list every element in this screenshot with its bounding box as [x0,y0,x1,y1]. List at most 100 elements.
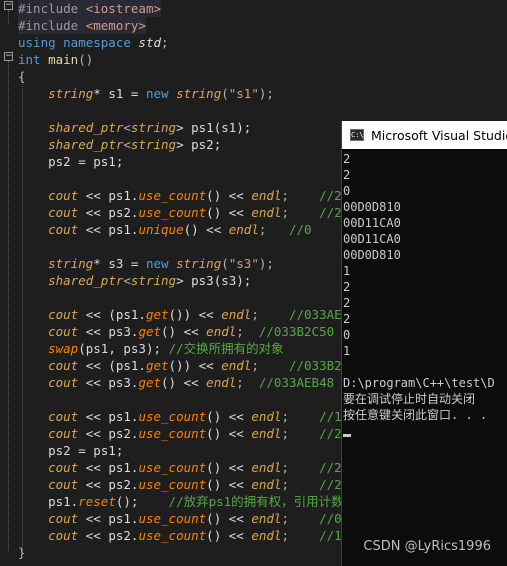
code-token: (ps1, ps3); [78,341,169,356]
code-token: get [138,375,162,390]
code-line: int main() [18,51,93,68]
code-token: ; [161,35,169,50]
code-token: //2 [319,188,342,203]
code-token: cout [48,188,79,203]
code-line: shared_ptr<string> ps2; [18,136,221,153]
console-output-line: 2 [343,312,351,326]
code-token: cout [48,511,79,526]
code-line: cout << ps2.use_count() << endl; //2 [18,204,342,221]
code-token: ; [281,426,320,441]
code-token: ; [281,409,320,424]
console-output-line: 2 [343,152,351,166]
code-token: () << [161,324,207,339]
code-token: shared_ptr [48,120,124,135]
code-token: //2 [319,477,342,492]
code-token: cout [48,375,79,390]
code-token: std [138,35,161,50]
console-output-line: 0 [343,328,351,342]
collapse-toggle-icon[interactable]: − [4,52,13,61]
code-token: //1 [319,528,342,543]
code-line: cout << ps2.use_count() << endl; //1 [18,527,342,544]
code-token: ps2 = ps1; [18,154,124,169]
code-token: string [48,256,94,271]
console-output-line: D:\program\C++\test\D [343,376,495,390]
code-token: () << [161,375,207,390]
code-token: string [130,120,177,135]
code-token: use_count [138,477,207,492]
code-token: get [145,358,169,373]
code-line: ps1.reset(); //放弃ps1的拥有权，引用计数 [18,493,344,510]
code-token: ); [258,86,274,101]
code-token: ; [258,222,289,237]
code-token: () << [206,409,252,424]
code-token: > ps3(s3); [176,273,252,288]
code-token: () << [206,511,252,526]
code-token: endl [251,528,282,543]
code-token: cout [48,409,79,424]
code-token: ()) << [168,358,222,373]
console-window[interactable]: C:\ Microsoft Visual Studio 2 2 0 00D0D810 0… [341,121,507,566]
code-line: shared_ptr<string> ps1(s1); [18,119,251,136]
code-token: ); [258,256,274,271]
code-line: cout << ps1.use_count() << endl; //0 [18,510,342,527]
code-token: namespace [63,35,139,50]
code-token: << ps2. [78,477,139,492]
console-output-line: 1 [343,344,351,358]
code-token: //交换所拥有的对象 [168,341,284,356]
console-output-line: 0 [343,184,351,198]
code-token: << ps1. [78,511,139,526]
console-output-line: 2 [343,296,351,310]
editor-gutter: − − [0,0,14,566]
code-token: > ps2; [176,137,222,152]
code-token: cout [48,358,79,373]
code-token: get [138,324,162,339]
code-token: main [48,52,79,67]
indent-guide [8,61,9,551]
console-output-line: 00D0D810 [343,248,401,262]
code-token: endl [206,375,237,390]
code-token: int [18,52,49,67]
code-token: use_count [138,409,207,424]
code-token: use_count [138,528,207,543]
code-token: endl [221,307,252,322]
code-token: * s3 = [93,256,146,271]
code-line: cout << ps2.use_count() << endl; //2 [18,476,342,493]
code-token: < [123,120,131,135]
code-line: using namespace std; [18,34,169,51]
code-token: << ps1. [78,222,139,237]
code-token: ; [281,460,320,475]
code-token: () << [206,426,252,441]
code-token: ; [236,324,259,339]
code-token: reset [78,494,116,509]
code-line: cout << (ps1.get()) << endl; //033AEB48 [18,306,364,323]
code-line: cout << ps1.unique() << endl; //0 [18,221,312,238]
code-token: "s3" [228,256,259,271]
code-token: endl [251,409,282,424]
code-token: (); [115,494,169,509]
code-token: string [130,137,177,152]
code-token: //0 [288,222,312,237]
code-line: ps2 = ps1; [18,442,123,459]
code-token: << ps2. [78,205,139,220]
code-token: cout [48,205,79,220]
code-token: << ps2. [78,528,139,543]
code-token: cout [48,307,79,322]
code-token: //1 [319,409,342,424]
console-titlebar[interactable]: C:\ Microsoft Visual Studio [342,121,507,149]
code-token: * s1 = [93,86,146,101]
collapse-toggle-icon[interactable]: − [4,1,13,10]
code-token: ; [281,511,320,526]
code-token: use_count [138,188,207,203]
code-token: < [123,273,131,288]
code-token: cout [48,222,79,237]
code-line: cout << ps3.get() << endl; //033B2C50 [18,323,334,340]
